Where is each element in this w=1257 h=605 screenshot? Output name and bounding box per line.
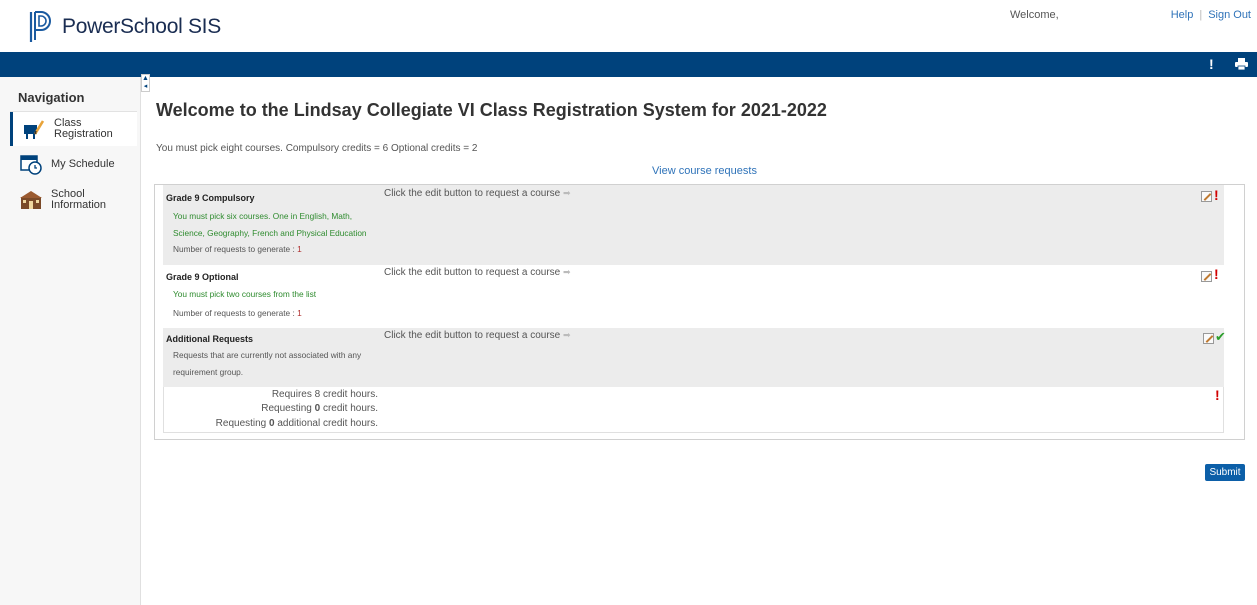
credits-summary: Requires 8 credit hours. Requesting 0 cr… [163,387,1224,433]
sign-out-link[interactable]: Sign Out [1208,9,1251,21]
sidebar-item-label: Class Registration [54,117,113,140]
group-name: Additional Requests [166,334,254,344]
arrow-right-icon: ➡ [563,330,571,340]
group-description: You must pick six courses. One in Englis… [173,211,367,238]
requested-credits: Requesting 0 credit hours. [261,403,378,414]
top-header: PowerSchool SIS Welcome, Help | Sign Out [0,0,1257,52]
arrow-right-icon: ➡ [563,188,571,198]
collapse-sidebar-button[interactable]: ▲ ◂ [141,74,150,92]
navigation-heading: Navigation [18,90,85,105]
requests-count: Number of requests to generate : 1 [173,244,302,254]
group-description: You must pick two courses from the list [173,289,317,299]
requests-panel: Grade 9 Compulsory You must pick six cou… [154,184,1245,440]
incomplete-alert-icon: ! [1215,387,1220,403]
alert-icon[interactable]: ! [1209,56,1214,72]
intro-text: You must pick eight courses. Compulsory … [156,143,478,154]
edit-icon[interactable] [1201,191,1212,202]
sidebar: Navigation Class Registration My Schedule… [0,77,141,605]
edit-instruction: Click the edit button to request a cours… [384,188,571,199]
group-name: Grade 9 Optional [166,272,239,282]
edit-instruction: Click the edit button to request a cours… [384,267,571,278]
print-icon[interactable] [1235,58,1248,70]
view-course-requests-link[interactable]: View course requests [652,165,757,177]
page-title: Welcome to the Lindsay Collegiate VI Cla… [156,100,827,120]
edit-icon[interactable] [1203,333,1214,344]
sidebar-item-school-information[interactable]: School Information [10,183,137,217]
calendar-clock-icon [20,155,42,175]
arrow-right-icon: ➡ [563,267,571,277]
powerschool-logo-icon [29,11,51,42]
edit-instruction: Click the edit button to request a cours… [384,330,571,341]
edit-icon[interactable] [1201,271,1212,282]
additional-credits: Requesting 0 additional credit hours. [215,418,378,429]
school-building-icon [20,191,42,209]
group-description: Requests that are currently not associat… [173,350,362,377]
submit-button[interactable]: Submit [1205,464,1245,481]
required-credits: Requires 8 credit hours. [271,389,378,400]
sidebar-item-label: School Information [51,188,107,211]
class-registration-icon [24,120,45,139]
help-link[interactable]: Help [1171,9,1194,21]
welcome-text: Welcome, [1010,9,1059,21]
incomplete-alert-icon: ! [1214,187,1219,203]
request-group-row: Grade 9 Optional You must pick two cours… [163,265,1224,328]
group-name: Grade 9 Compulsory [166,193,255,203]
requests-count: Number of requests to generate : 1 [173,308,302,318]
brand-name: PowerSchool SIS [62,15,221,38]
sidebar-item-class-registration[interactable]: Class Registration [10,112,137,146]
sidebar-item-my-schedule[interactable]: My Schedule [10,147,137,181]
top-links: Help | Sign Out [1171,9,1251,21]
link-separator: | [1199,9,1203,21]
powerschool-logo[interactable]: PowerSchool SIS [28,10,221,44]
toolbar-bar: ! [0,52,1257,77]
request-group-row: Grade 9 Compulsory You must pick six cou… [163,185,1224,265]
complete-check-icon: ✔ [1215,329,1226,344]
sidebar-item-label: My Schedule [51,157,115,170]
incomplete-alert-icon: ! [1214,266,1219,282]
request-group-row: Additional Requests Requests that are cu… [163,328,1226,387]
